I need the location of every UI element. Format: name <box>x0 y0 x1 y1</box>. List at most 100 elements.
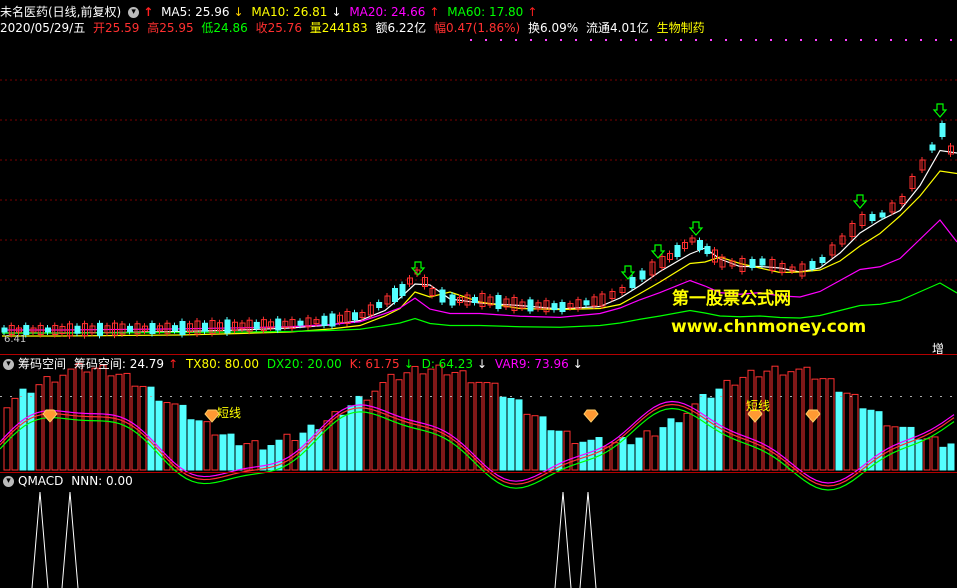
top-marker <box>635 39 637 41</box>
reference-dot <box>10 396 12 397</box>
top-marker <box>950 39 952 41</box>
panel-divider-2[interactable] <box>0 472 957 473</box>
reference-dot <box>500 396 502 397</box>
indicator-bar-red <box>115 373 123 471</box>
top-marker <box>755 39 757 41</box>
reference-dot <box>920 396 922 397</box>
reference-dot <box>30 396 32 397</box>
reference-dot <box>280 396 282 397</box>
reference-dot <box>560 396 562 397</box>
indicator-bar-red <box>843 392 851 471</box>
reference-dot <box>630 396 632 397</box>
top-marker <box>500 39 502 41</box>
down-arrow-icon <box>852 194 868 209</box>
indicator-bar-cyan <box>635 437 643 471</box>
chart-canvas[interactable] <box>0 0 957 588</box>
reference-dot <box>660 396 662 397</box>
panel-divider-1[interactable] <box>0 354 957 355</box>
indicator-bar-cyan <box>707 397 715 471</box>
var9-arrow-icon: ↓ <box>572 357 583 371</box>
top-marker <box>830 39 832 41</box>
top-marker <box>815 39 817 41</box>
indicator-bar-red <box>35 384 43 471</box>
reference-dot <box>150 396 152 397</box>
indicator-bar-cyan <box>667 418 675 471</box>
indicator-bar-red <box>923 438 931 471</box>
top-marker <box>650 39 652 41</box>
candle-down <box>674 245 681 257</box>
indicator-bar-red <box>483 382 491 471</box>
candle-down <box>202 322 208 332</box>
indicator-bar-red <box>475 381 483 471</box>
reference-dot <box>890 396 892 397</box>
indicator-bar-red <box>211 434 219 471</box>
top-marker <box>545 39 547 41</box>
candle-down <box>179 321 186 335</box>
dx20-value: DX20: 20.00 <box>266 357 342 371</box>
qmacd-spike <box>61 491 79 588</box>
indicator-bar-red <box>43 376 51 471</box>
indicator-bar-red <box>107 375 115 471</box>
top-marker <box>575 39 577 41</box>
candle-down <box>697 240 703 250</box>
candle-down <box>97 322 103 336</box>
indicator-bar-cyan <box>539 416 547 471</box>
candle-down <box>559 302 566 312</box>
reference-dot <box>940 396 942 397</box>
reference-dot <box>510 396 512 397</box>
indicator-bar-cyan <box>147 386 155 471</box>
indicator-menu-icon[interactable]: ▾ <box>3 359 14 370</box>
reference-dot <box>80 396 82 397</box>
indicator-bar-red <box>803 366 811 471</box>
reference-dot <box>250 396 252 397</box>
reference-dot <box>800 396 802 397</box>
indicator-bar-red <box>139 385 147 471</box>
candle-down <box>376 302 383 308</box>
reference-dot <box>230 396 232 397</box>
indicator-bar-red <box>387 373 395 471</box>
reference-dot <box>210 396 212 397</box>
reference-dot <box>580 396 582 397</box>
qmacd-spike <box>579 491 597 588</box>
indicator-bar-cyan <box>907 426 915 471</box>
top-marker <box>770 39 772 41</box>
qmacd-label[interactable]: QMACD <box>18 474 63 488</box>
indicator-bar-cyan <box>547 430 555 471</box>
low-price-label: 6.41 <box>4 334 27 345</box>
reference-dot <box>450 396 452 397</box>
reference-dot <box>290 396 292 397</box>
reference-dot <box>860 396 862 397</box>
reference-dot <box>140 396 142 397</box>
candle-down <box>275 318 282 331</box>
qmacd-nnn: NNN: 0.00 <box>71 474 133 488</box>
indicator-bar-red <box>723 379 731 471</box>
reference-dot <box>490 396 492 397</box>
candle-down <box>551 303 558 311</box>
indicator-bar-red <box>491 382 499 471</box>
top-marker <box>935 39 937 41</box>
candle-down <box>449 294 456 306</box>
d-value: D: 64.23 <box>421 357 474 371</box>
indicator-bar-cyan <box>939 446 947 471</box>
qmacd-menu-icon[interactable]: ▾ <box>3 476 14 487</box>
top-marker <box>710 39 712 41</box>
reference-dot <box>70 396 72 397</box>
top-marker <box>680 39 682 41</box>
top-marker <box>560 39 562 41</box>
indicator-name[interactable]: 筹码空间 <box>18 357 66 371</box>
indicator-bar-cyan <box>835 391 843 471</box>
reference-dot <box>830 396 832 397</box>
reference-dot <box>400 396 402 397</box>
top-marker <box>860 39 862 41</box>
top-marker <box>695 39 697 41</box>
indicator-bar-cyan <box>187 419 195 471</box>
reference-dot <box>770 396 772 397</box>
qmacd-spike <box>554 491 572 588</box>
indicator-bar-red <box>827 378 835 471</box>
top-marker <box>590 39 592 41</box>
reference-dot <box>350 396 352 397</box>
indicator-bar-cyan <box>339 414 347 471</box>
top-marker <box>845 39 847 41</box>
watermark-url: www.chnmoney.com <box>671 317 867 337</box>
reference-dot <box>240 396 242 397</box>
